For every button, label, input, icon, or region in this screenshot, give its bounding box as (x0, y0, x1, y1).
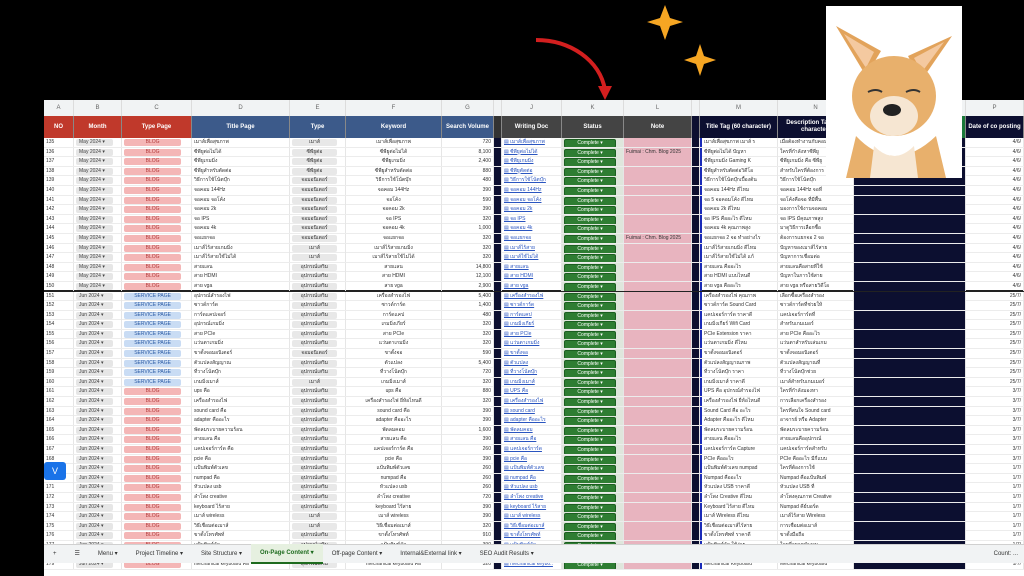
red-arrow-head-icon (598, 86, 612, 100)
chihuahua-photo-sticker (826, 6, 962, 178)
sparkle-icons (647, 5, 716, 76)
red-arrow-icon (535, 38, 607, 91)
